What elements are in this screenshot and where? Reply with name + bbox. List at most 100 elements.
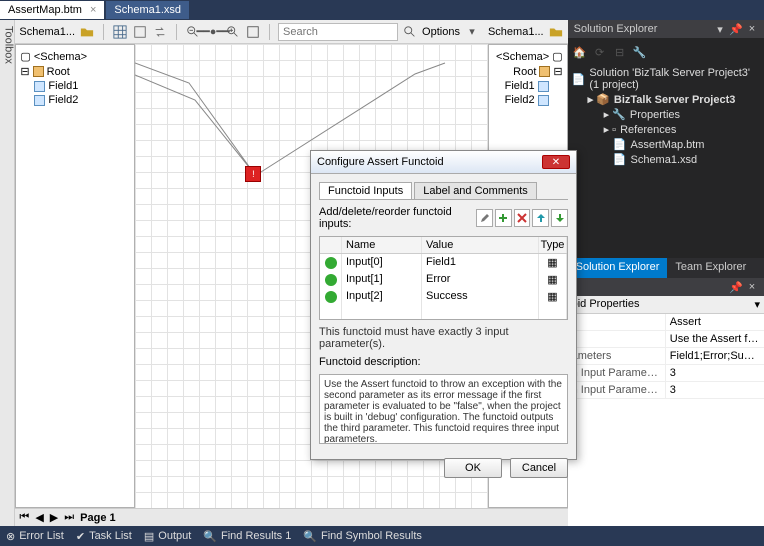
- status-bar: ⊗ Error List ✔ Task List ▤ Output 🔍 Find…: [0, 526, 764, 546]
- source-schema-pane: ▢ <Schema> ⊟ Root Field1 Field2: [15, 44, 135, 508]
- zoom-in-icon[interactable]: [225, 24, 241, 40]
- close-icon[interactable]: ×: [746, 23, 758, 35]
- tree-root[interactable]: ⊟ Root: [20, 64, 130, 79]
- tab-label-comments[interactable]: Label and Comments: [414, 182, 537, 199]
- tree-root[interactable]: Root ⊟: [493, 64, 563, 79]
- first-page-icon[interactable]: ⏮: [19, 511, 29, 524]
- project-item[interactable]: ▸ 🔧 Properties: [604, 107, 760, 122]
- dropdown-icon[interactable]: ▾: [714, 23, 726, 35]
- swap-icon[interactable]: [152, 24, 168, 40]
- cancel-button[interactable]: Cancel: [510, 458, 568, 478]
- record-icon: [539, 66, 550, 77]
- statusbar-find-symbol[interactable]: 🔍 Find Symbol Results: [303, 530, 422, 543]
- close-icon[interactable]: ✕: [542, 155, 570, 169]
- property-row[interactable]: n Input Parameters3: [568, 365, 764, 382]
- tree-field[interactable]: Field1: [34, 79, 130, 93]
- edit-icon[interactable]: [476, 209, 493, 227]
- delete-icon[interactable]: [514, 209, 531, 227]
- input-row[interactable]: Input[0] Field1 ▦: [320, 254, 567, 271]
- property-row[interactable]: sUse the Assert functoid to throw an: [568, 331, 764, 348]
- collapse-all-icon[interactable]: ⊟: [612, 44, 628, 60]
- grid-icon[interactable]: [112, 24, 128, 40]
- project-node[interactable]: ▸ 📦 BizTalk Server Project3: [588, 92, 760, 107]
- properties-icon[interactable]: 🔧: [632, 44, 648, 60]
- open-source-icon[interactable]: [79, 24, 95, 40]
- open-dest-icon[interactable]: [548, 24, 564, 40]
- tree-schema-tag[interactable]: <Schema> ▢: [493, 49, 563, 64]
- field-icon: [538, 95, 549, 106]
- search-input[interactable]: [278, 23, 398, 41]
- input-row-empty[interactable]: [320, 305, 567, 319]
- tab-label: AssertMap.btm: [8, 4, 82, 16]
- statusbar-output[interactable]: ▤ Output: [144, 530, 191, 543]
- configure-functoid-dialog: Configure Assert Functoid ✕ Functoid Inp…: [310, 150, 577, 460]
- zoom-fit-icon[interactable]: [245, 24, 261, 40]
- param-note: This functoid must have exactly 3 input …: [319, 326, 568, 350]
- statusbar-error-list[interactable]: ⊗ Error List: [6, 530, 64, 543]
- toggle-icon[interactable]: [132, 24, 148, 40]
- dest-schema-label: Schema1...: [488, 26, 544, 38]
- statusbar-task-list[interactable]: ✔ Task List: [76, 530, 132, 543]
- move-up-icon[interactable]: [532, 209, 549, 227]
- statusbar-find-results[interactable]: 🔍 Find Results 1: [203, 530, 291, 543]
- tree-field[interactable]: Field2: [493, 93, 549, 107]
- ok-button[interactable]: OK: [444, 458, 502, 478]
- project-item[interactable]: ▸ ▫ References: [604, 122, 760, 137]
- tree-field[interactable]: Field2: [34, 93, 130, 107]
- properties-panel: oid Properties ▾ sAssert sUse the Assert…: [568, 296, 764, 526]
- solution-node[interactable]: 📄 Solution 'BizTalk Server Project3' (1 …: [572, 66, 760, 92]
- check-icon: [325, 291, 337, 303]
- input-row[interactable]: Input[2] Success ▦: [320, 288, 567, 305]
- tree-schema-tag[interactable]: ▢ <Schema>: [20, 49, 130, 64]
- project-item[interactable]: 📄 Schema1.xsd: [604, 152, 760, 167]
- field-icon: [34, 81, 45, 92]
- dialog-titlebar[interactable]: Configure Assert Functoid ✕: [311, 151, 576, 174]
- tab-functoid-inputs[interactable]: Functoid Inputs: [319, 182, 412, 199]
- search-icon[interactable]: [402, 24, 418, 40]
- source-tree: ▢ <Schema> ⊟ Root Field1 Field2: [16, 45, 134, 111]
- tab-solution-explorer[interactable]: Solution Explorer: [568, 258, 668, 278]
- last-page-icon[interactable]: ⏭: [64, 511, 74, 524]
- refresh-icon[interactable]: ⟳: [592, 44, 608, 60]
- prev-page-icon[interactable]: ◀: [35, 511, 43, 524]
- zoom-slider[interactable]: ━━●━━: [205, 24, 221, 40]
- col-value: Value: [422, 237, 539, 253]
- close-icon[interactable]: ×: [90, 4, 96, 16]
- property-row[interactable]: sAssert: [568, 314, 764, 331]
- dialog-title: Configure Assert Functoid: [317, 156, 444, 168]
- pin-icon[interactable]: 📌: [730, 281, 742, 293]
- field-icon: [34, 95, 45, 106]
- assert-functoid[interactable]: !: [245, 166, 261, 182]
- next-page-icon[interactable]: ▶: [50, 511, 58, 524]
- dialog-tabs: Functoid Inputs Label and Comments: [319, 182, 568, 200]
- input-row[interactable]: Input[1] Error ▦: [320, 271, 567, 288]
- home-icon[interactable]: 🏠: [572, 44, 588, 60]
- close-icon[interactable]: ×: [746, 281, 758, 293]
- record-icon: [33, 66, 44, 77]
- options-label[interactable]: Options: [422, 26, 460, 38]
- property-row[interactable]: n Input Parameters3: [568, 382, 764, 399]
- tree-field[interactable]: Field1: [493, 79, 549, 93]
- chevron-down-icon[interactable]: ▾: [464, 24, 480, 40]
- tab-assertmap[interactable]: AssertMap.btm ×: [0, 1, 104, 19]
- field-icon: [538, 81, 549, 92]
- tab-schema1[interactable]: Schema1.xsd: [106, 1, 189, 19]
- tab-team-explorer[interactable]: Team Explorer: [667, 258, 754, 278]
- designer-toolbar: Schema1... ━━●━━ Options ▾ Schema1...: [15, 20, 567, 44]
- type-icon: ▦: [539, 254, 567, 271]
- desc-label: Functoid description:: [319, 356, 568, 368]
- check-icon: [325, 274, 337, 286]
- col-name: Name: [342, 237, 422, 253]
- property-row[interactable]: ametersField1;Error;Success: [568, 348, 764, 365]
- source-schema-label: Schema1...: [19, 26, 75, 38]
- properties-header[interactable]: oid Properties ▾: [568, 296, 764, 314]
- dest-tree: <Schema> ▢ Root ⊟ Field1 Field2: [489, 45, 567, 111]
- move-down-icon[interactable]: [551, 209, 568, 227]
- toolbox-rail[interactable]: Toolbox: [0, 20, 15, 526]
- solution-toolbar: 🏠 ⟳ ⊟ 🔧: [572, 42, 760, 62]
- page-label[interactable]: Page 1: [80, 512, 115, 524]
- pin-icon[interactable]: 📌: [730, 23, 742, 35]
- add-icon[interactable]: [495, 209, 512, 227]
- solution-explorer-title: Solution Explorer ▾ 📌 ×: [568, 20, 764, 38]
- project-item[interactable]: 📄 AssertMap.btm: [604, 137, 760, 152]
